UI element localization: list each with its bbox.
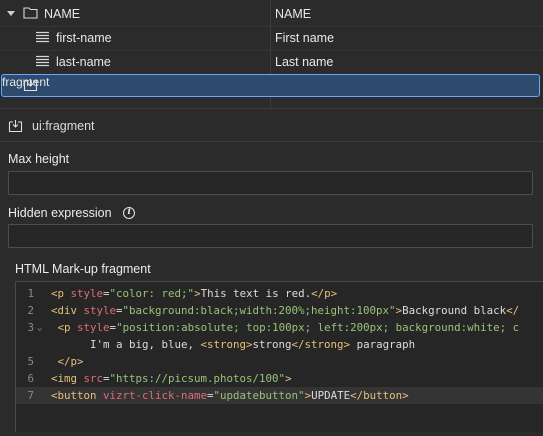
code-token: <button [51,389,104,402]
code-line[interactable]: 2 <div style="background:black;width:200%… [16,302,543,319]
code-line[interactable]: 6 <img src="https://picsum.photos/100"> [16,370,543,387]
tree-item-value: Last name [275,55,334,69]
code-token: vizrt-click-name [103,389,208,402]
code-token: Background black [402,304,507,317]
code-text: <div style="background:black;width:200%;… [51,302,519,319]
code-token: "https://picsum.photos/100" [109,372,286,385]
code-token: paragraph [350,338,416,351]
code-token: "background:black;width:200%;height:100p… [122,304,396,317]
code-token: <img [51,372,84,385]
model-tree: NAME NAME first-name First name last-nam… [0,0,543,108]
code-line[interactable]: 1 <p style="color: red;">This text is red… [16,285,543,302]
fragment-icon [8,120,23,133]
code-token: strong [252,338,292,351]
code-token: style [70,287,104,300]
code-token: </strong> [291,338,351,351]
tree-item-name: first-name [56,31,112,45]
component-header: ui:fragment [0,108,543,142]
fragment-icon [23,79,38,92]
code-token: <p [57,321,78,334]
line-number: 5 [27,355,34,368]
code-token: style [77,321,110,334]
code-token: </p> [57,355,84,368]
tree-item-name: last-name [56,55,111,69]
code-line[interactable]: 7 <button vizrt-click-name="updatebutton"… [16,387,543,404]
code-token: <p [51,287,71,300]
html-code-editor[interactable]: 1 <p style="color: red;">This text is red… [15,281,543,436]
code-token: "position:absolute; top:100px; left:200p… [116,321,520,334]
line-number: 2 [27,304,34,317]
info-icon[interactable]: i [123,207,135,219]
code-token: "updatebutton" [213,389,305,402]
code-text: <button vizrt-click-name="updatebutton">… [51,387,409,404]
max-height-input[interactable] [8,171,533,195]
code-text: <p style="position:absolute; top:100px; … [51,319,520,336]
line-number: 6 [27,372,34,385]
code-line[interactable]: I'm a big, blue, <strong>strong</strong>… [16,336,543,353]
hidden-expression-input[interactable] [8,224,533,248]
code-token: "color: red;" [109,287,195,300]
code-token: </p> [311,287,338,300]
code-text: </p> [51,353,84,370]
tree-root-value-header: NAME [275,7,312,21]
code-token: UPDATE [311,389,351,402]
code-token: I'm a big, blue, [51,338,201,351]
line-number: 3 [27,321,34,334]
code-token: style [83,304,117,317]
text-lines-icon [36,55,49,67]
line-number: 1 [27,287,34,300]
fold-chevron-icon[interactable]: ⌄ [37,320,42,337]
tree-row-fragment-selected[interactable]: fragment [1,74,540,97]
component-title: ui:fragment [32,119,95,133]
folder-icon [23,7,38,19]
code-token: </button> [350,389,409,402]
code-line[interactable]: 3 ⌄ <p style="position:absolute; top:100p… [16,319,543,336]
code-token: </ [506,304,520,317]
chevron-down-icon[interactable] [7,11,15,16]
text-lines-icon [36,31,49,43]
code-text: I'm a big, blue, <strong>strong</strong>… [51,336,415,353]
hidden-expression-label: Hidden expression [8,206,112,220]
code-token: > [285,372,292,385]
line-number: 7 [27,389,34,402]
tree-row-last-name[interactable]: last-name Last name [0,50,543,74]
html-fragment-label: HTML Mark-up fragment [15,262,151,276]
code-token: <div [51,304,84,317]
tree-item-value: First name [275,31,335,45]
tree-root-name: NAME [44,7,81,21]
tree-row-first-name[interactable]: first-name First name [0,26,543,50]
code-text: <img src="https://picsum.photos/100"> [51,370,292,387]
code-token: src [83,372,104,385]
panel-bottom-edge [0,432,543,436]
max-height-label: Max height [8,152,70,166]
code-token: <strong> [200,338,253,351]
tree-row-root[interactable]: NAME NAME [0,2,543,26]
code-token: This text is red. [200,287,312,300]
code-line[interactable]: 5 </p> [16,353,543,370]
code-text: <p style="color: red;">This text is red.… [51,285,337,302]
